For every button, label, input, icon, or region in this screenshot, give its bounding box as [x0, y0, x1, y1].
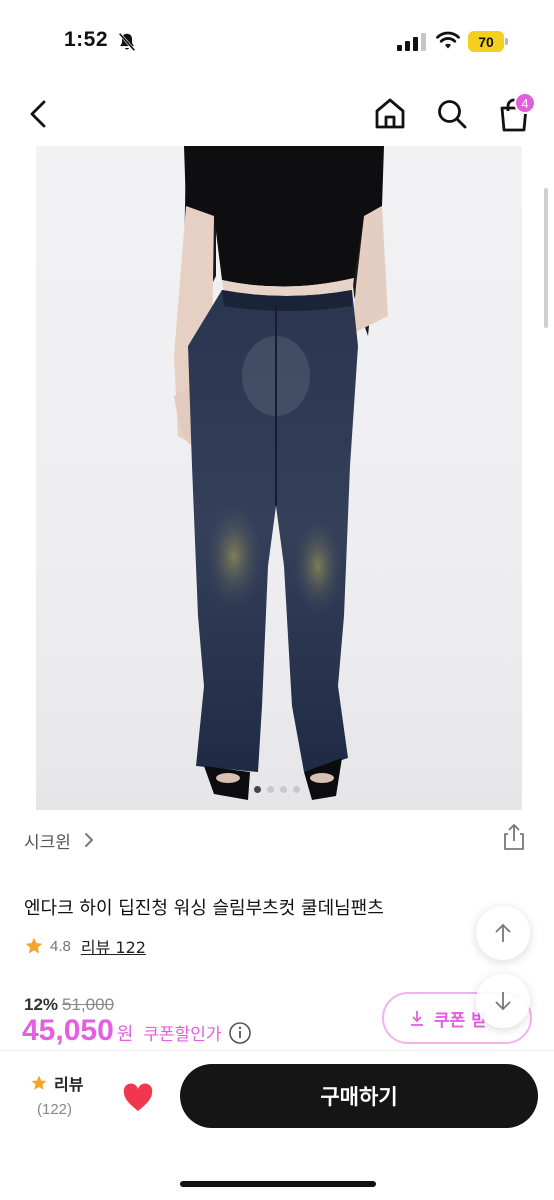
- share-icon[interactable]: [500, 822, 528, 852]
- coupon-price-label: 쿠폰할인가: [143, 1025, 222, 1045]
- buy-button[interactable]: 구매하기: [180, 1064, 538, 1128]
- star-icon: [31, 1075, 47, 1090]
- pagination-dot[interactable]: [280, 786, 287, 793]
- home-indicator: [180, 1181, 376, 1187]
- cart-count-badge: 4: [514, 92, 536, 114]
- seller-name[interactable]: 시크윈: [24, 828, 71, 853]
- pagination-dot[interactable]: [254, 786, 261, 793]
- discount-percent: 12%: [24, 995, 59, 1014]
- bottom-review-count: (122): [37, 1101, 73, 1118]
- search-icon[interactable]: [434, 96, 470, 132]
- battery-level: 70: [478, 33, 494, 50]
- rating-row: 4.8 리뷰 122: [24, 934, 146, 958]
- product-title: 엔다크 하이 딥진청 워싱 슬림부츠컷 쿨데님팬츠: [24, 898, 384, 919]
- scroll-bottom-button[interactable]: [476, 974, 530, 1028]
- back-icon[interactable]: [24, 98, 52, 130]
- pagination-dot[interactable]: [293, 786, 300, 793]
- heart-icon[interactable]: [122, 1083, 154, 1113]
- status-time: 1:52: [64, 28, 109, 51]
- sale-price: 45,050: [22, 1014, 114, 1047]
- home-icon[interactable]: [372, 96, 408, 132]
- product-photo: [36, 146, 522, 810]
- info-icon[interactable]: [228, 1021, 252, 1045]
- status-bar: 1:52 70: [0, 0, 554, 84]
- pagination-dot[interactable]: [267, 786, 274, 793]
- battery-indicator: 70: [468, 31, 508, 52]
- currency-unit: 원: [116, 1024, 134, 1045]
- original-price: 51,000: [62, 995, 115, 1014]
- review-link[interactable]: 리뷰 122: [81, 934, 146, 958]
- star-icon: [25, 937, 43, 954]
- arrow-down-icon: [495, 992, 511, 1011]
- product-image[interactable]: [36, 146, 522, 810]
- bottom-review[interactable]: 리뷰: [30, 1071, 83, 1095]
- chevron-right-icon[interactable]: [82, 830, 96, 850]
- price-row: 45,050 원 쿠폰할인가: [22, 1014, 252, 1048]
- signal-icon: [397, 33, 426, 51]
- bottom-review-label: 리뷰: [54, 1075, 84, 1094]
- bell-off-icon: [118, 32, 136, 52]
- download-icon: [411, 1011, 423, 1026]
- rating-value: 4.8: [50, 937, 71, 955]
- scroll-indicator: [544, 188, 548, 328]
- bottom-action-bar: 리뷰 (122) 구매하기: [0, 1050, 554, 1200]
- image-pagination: [0, 786, 554, 796]
- wifi-icon: [436, 31, 460, 49]
- top-nav: 4: [0, 84, 554, 144]
- arrow-up-icon: [495, 923, 511, 942]
- discount-row: 12% 51,000: [24, 995, 114, 1015]
- scroll-top-button[interactable]: [476, 906, 530, 960]
